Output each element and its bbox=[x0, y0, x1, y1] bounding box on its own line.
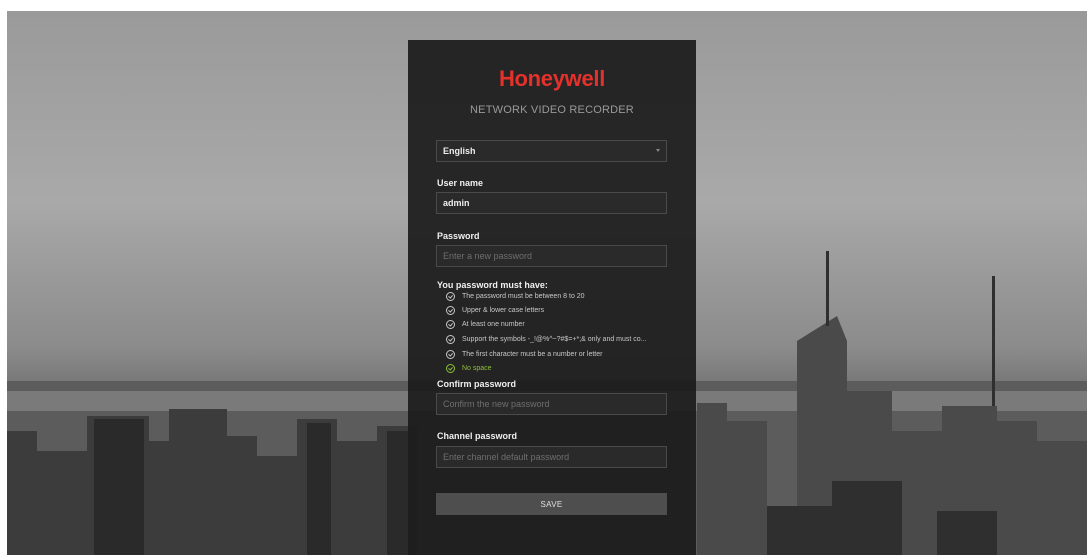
check-circle-icon bbox=[446, 350, 455, 359]
requirement-item: At least one number bbox=[446, 320, 525, 329]
username-label: User name bbox=[437, 178, 484, 188]
save-button[interactable]: SAVE bbox=[436, 493, 667, 515]
confirm-password-label: Confirm password bbox=[437, 379, 517, 389]
confirm-password-input[interactable] bbox=[436, 393, 667, 415]
password-requirements-title: You password must have: bbox=[437, 280, 548, 290]
product-subtitle: NETWORK VIDEO RECORDER bbox=[470, 104, 634, 116]
check-circle-icon bbox=[446, 320, 455, 329]
password-label: Password bbox=[437, 231, 480, 241]
check-circle-icon bbox=[446, 364, 455, 373]
check-circle-icon bbox=[446, 292, 455, 301]
requirement-item: Support the symbols -_!@%^~?#$=+*;& only… bbox=[446, 335, 647, 344]
chevron-down-icon bbox=[656, 149, 660, 152]
requirement-item: Upper & lower case letters bbox=[446, 306, 544, 315]
requirement-item: The password must be between 8 to 20 bbox=[446, 292, 585, 301]
language-select[interactable]: English bbox=[436, 140, 667, 162]
channel-password-label: Channel password bbox=[437, 431, 518, 441]
language-selected-value: English bbox=[443, 146, 476, 156]
login-setup-panel: Honeywell NETWORK VIDEO RECORDER English… bbox=[408, 40, 696, 555]
check-circle-icon bbox=[446, 306, 455, 315]
channel-password-input[interactable] bbox=[436, 446, 667, 468]
username-field[interactable]: admin bbox=[436, 192, 667, 214]
requirement-item-met: No space bbox=[446, 364, 492, 373]
requirement-item: The first character must be a number or … bbox=[446, 350, 602, 359]
honeywell-logo: Honeywell bbox=[498, 66, 606, 91]
password-input[interactable] bbox=[436, 245, 667, 267]
check-circle-icon bbox=[446, 335, 455, 344]
